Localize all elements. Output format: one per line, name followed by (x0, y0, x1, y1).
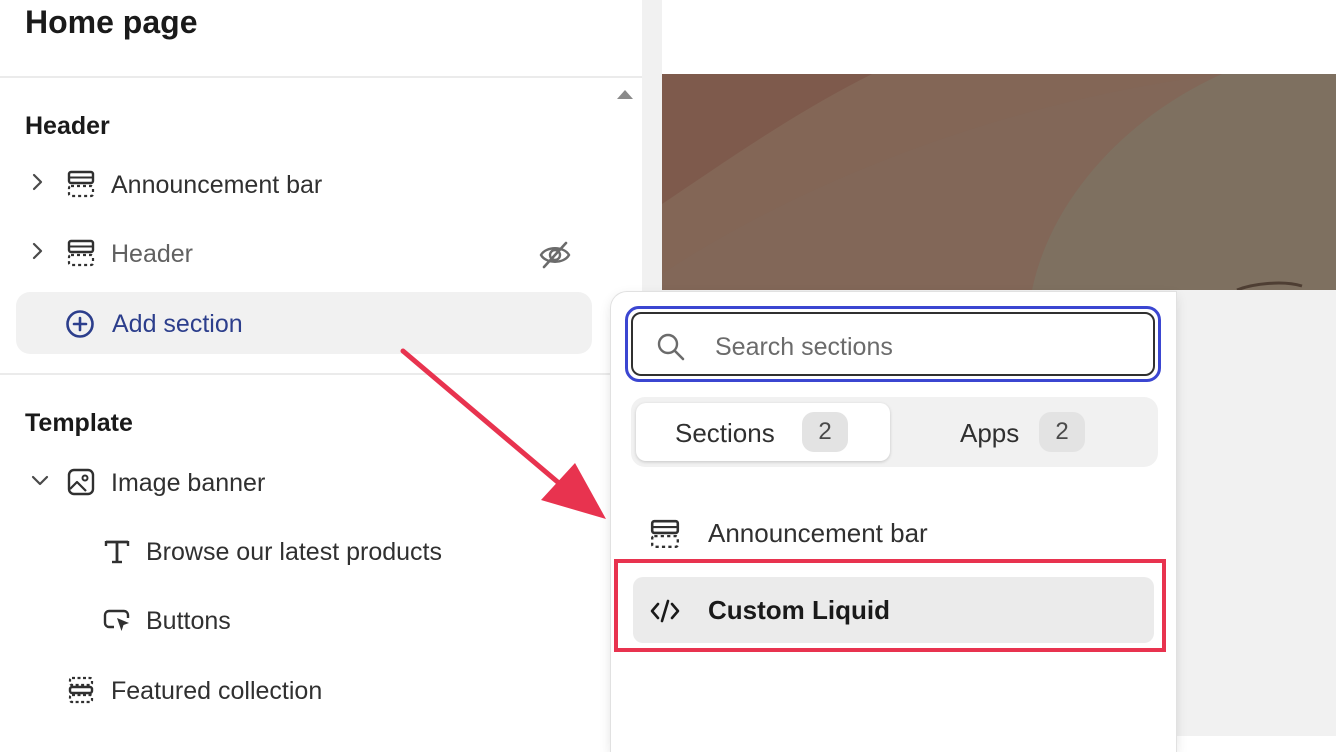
tab-label: Apps (960, 418, 1020, 448)
sidebar-item-label: Buttons (146, 607, 231, 635)
search-icon (657, 333, 685, 361)
section-icon (67, 170, 95, 198)
text-icon (104, 540, 130, 564)
plus-circle-icon (66, 310, 94, 338)
sidebar-item-label: Image banner (111, 469, 266, 497)
sidebar-item-label: Announcement bar (111, 171, 323, 199)
highlight-box (614, 559, 1166, 652)
result-announcement-bar[interactable]: Announcement bar (633, 500, 1154, 566)
image-icon (67, 468, 95, 496)
sidebar-item-announcement-bar[interactable]: Announcement bar (16, 153, 592, 215)
section-icon (67, 239, 95, 267)
add-section-popover: Sections 2 Apps 2 Announcement bar Custo… (611, 292, 1176, 752)
sidebar-item-image-banner[interactable]: Image banner (16, 451, 592, 513)
eye-off-icon[interactable] (538, 238, 572, 272)
button-icon (103, 609, 130, 631)
count-badge: 2 (1039, 412, 1085, 452)
tab-apps[interactable]: Apps 2 (899, 403, 1153, 461)
chevron-right-icon[interactable] (30, 241, 46, 261)
group-title-template: Template (25, 409, 133, 437)
search-focus-ring (625, 306, 1161, 382)
tab-sections[interactable]: Sections 2 (636, 403, 890, 461)
divider (0, 373, 642, 375)
sidebar-item-buttons[interactable]: Buttons (16, 589, 592, 651)
search-field[interactable] (631, 312, 1155, 376)
result-label: Announcement bar (708, 518, 928, 548)
tab-bar: Sections 2 Apps 2 (631, 397, 1158, 467)
add-section-label: Add section (112, 310, 243, 338)
section-icon (650, 519, 680, 548)
sidebar-item-label: Header (111, 240, 193, 268)
group-title-header: Header (25, 112, 110, 140)
sidebar: Home page Header Announcement bar Header (0, 0, 643, 736)
banner-image (662, 74, 1336, 290)
page-title: Home page (25, 4, 198, 40)
sidebar-item-featured-collection[interactable]: Featured collection (16, 659, 592, 721)
search-input[interactable] (713, 324, 1137, 370)
chevron-down-icon[interactable] (30, 473, 50, 489)
sidebar-item-label: Browse our latest products (146, 538, 442, 566)
divider (0, 76, 642, 78)
count-badge: 2 (802, 412, 848, 452)
chevron-right-icon[interactable] (30, 172, 46, 192)
collection-icon (68, 676, 94, 704)
add-section-button[interactable]: Add section (16, 292, 592, 354)
tab-label: Sections (675, 418, 775, 448)
scroll-up-icon[interactable] (617, 90, 633, 99)
sidebar-item-browse-products[interactable]: Browse our latest products (16, 520, 592, 582)
sidebar-item-header[interactable]: Header (16, 222, 592, 284)
sidebar-item-label: Featured collection (111, 677, 323, 705)
